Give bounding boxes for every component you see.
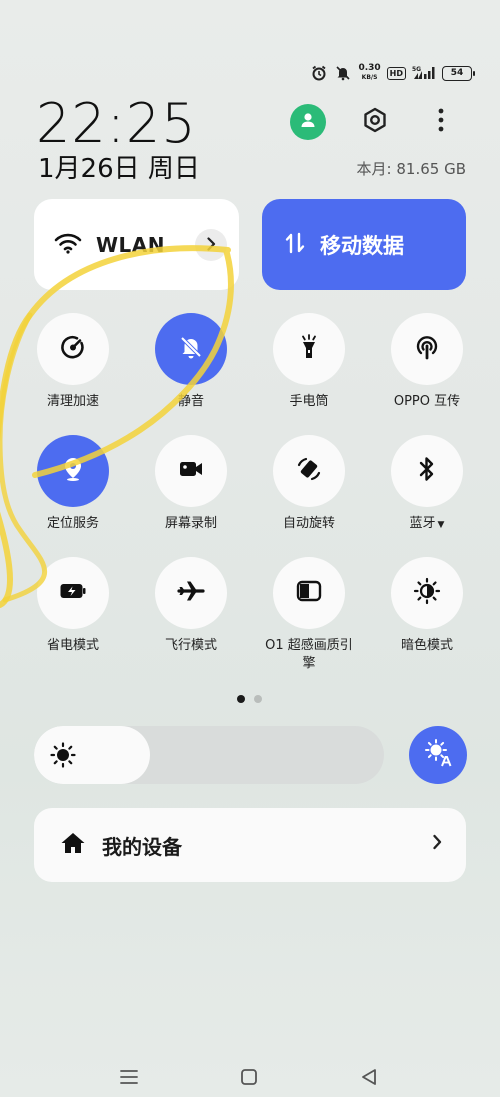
toggle-label: 定位服务 <box>46 516 99 531</box>
dropdown-triangle-icon[interactable]: ▼ <box>438 520 445 530</box>
battery-indicator: 54 <box>442 65 475 81</box>
home-icon <box>60 831 86 859</box>
wlan-details-button[interactable] <box>195 229 227 261</box>
toggle-screen-record-button[interactable] <box>155 435 227 507</box>
toggle-display-engine[interactable]: O1 超感画质引擎 <box>254 557 364 673</box>
settings-hexagon-icon <box>361 106 389 138</box>
toggle-label: 飞行模式 <box>164 638 217 653</box>
toggle-flashlight-button[interactable] <box>273 313 345 385</box>
yellow-marker-scribble <box>0 245 234 608</box>
brightness-slider[interactable] <box>34 726 384 784</box>
clock-date[interactable]: 1月26日 周日 <box>38 148 200 185</box>
toggle-oppo-share[interactable]: OPPO 互传 <box>372 313 482 411</box>
my-devices-label: 我的设备 <box>102 834 182 859</box>
toggle-label: 屏幕录制 <box>164 516 217 531</box>
signal-5g-icon: 5G <box>412 64 436 82</box>
page-dot-active[interactable] <box>237 695 245 703</box>
clock-time[interactable]: 22:25 <box>36 92 197 155</box>
more-vertical-icon <box>437 107 445 137</box>
mobile-data-tile[interactable]: 移动数据 <box>262 199 466 290</box>
toggle-bluetooth-button[interactable] <box>391 435 463 507</box>
toggle-bluetooth[interactable]: 蓝牙 ▼ <box>372 435 482 534</box>
network-type: 5G <box>412 66 421 73</box>
auto-brightness-button[interactable] <box>409 726 467 784</box>
toggle-label: 静音 <box>177 394 204 409</box>
toggle-battery-saver-button[interactable] <box>37 557 109 629</box>
more-options-button[interactable] <box>423 104 459 140</box>
mute-status-icon <box>334 64 352 82</box>
toggle-label: 清理加速 <box>46 394 99 409</box>
bell-off-icon <box>178 334 204 364</box>
wifi-icon <box>54 232 82 258</box>
toggle-label-with-dropdown: 蓝牙 ▼ <box>410 515 445 534</box>
mobile-data-arrows-icon <box>284 232 306 258</box>
back-triangle-icon <box>359 1067 379 1091</box>
toggle-airplane-button[interactable] <box>155 557 227 629</box>
network-speed: 0.30 KB/S <box>358 64 380 82</box>
nav-home-button[interactable] <box>238 1068 260 1090</box>
cleanup-gauge-icon <box>60 334 86 364</box>
toggle-flashlight[interactable]: 手电筒 <box>254 313 364 411</box>
dark-mode-icon <box>413 577 441 609</box>
speed-unit: KB/S <box>361 74 378 81</box>
hd-badge: HD <box>386 66 406 80</box>
bluetooth-icon <box>418 456 436 486</box>
video-camera-icon <box>178 459 204 483</box>
toggle-mute[interactable]: 静音 <box>136 313 246 411</box>
toggle-location[interactable]: 定位服务 <box>18 435 128 533</box>
flashlight-icon <box>299 334 319 364</box>
toggle-location-button[interactable] <box>37 435 109 507</box>
toggle-label: O1 超感画质引擎 <box>265 638 353 671</box>
toggle-label: 自动旋转 <box>282 516 335 531</box>
toggle-auto-rotate[interactable]: 自动旋转 <box>254 435 364 533</box>
toggle-cleanup[interactable]: 清理加速 <box>18 313 128 411</box>
settings-button[interactable] <box>357 104 393 140</box>
toggle-oppo-share-button[interactable] <box>391 313 463 385</box>
toggle-auto-rotate-button[interactable] <box>273 435 345 507</box>
toggle-airplane[interactable]: 飞行模式 <box>136 557 246 655</box>
toggle-battery-saver[interactable]: 省电模式 <box>18 557 128 655</box>
wlan-tile[interactable]: WLAN <box>34 199 239 290</box>
data-usage-label[interactable]: 本月: 81.65 GB <box>357 158 466 179</box>
chevron-right-icon <box>432 834 442 854</box>
toggle-label: 暗色模式 <box>400 638 453 653</box>
nav-menu-button[interactable] <box>118 1068 140 1090</box>
auto-brightness-icon <box>423 738 453 772</box>
mobile-data-label: 移动数据 <box>320 233 404 258</box>
toggle-display-engine-button[interactable] <box>273 557 345 629</box>
toggle-label: 蓝牙 <box>409 516 436 531</box>
user-icon <box>298 110 318 134</box>
nav-back-button[interactable] <box>358 1068 380 1090</box>
toggle-label: 省电模式 <box>46 638 99 653</box>
page-dot[interactable] <box>254 695 262 703</box>
brightness-sun-icon <box>50 742 76 772</box>
toggle-cleanup-button[interactable] <box>37 313 109 385</box>
location-pin-icon <box>62 456 84 486</box>
toggle-label: 手电筒 <box>289 394 329 409</box>
speed-value: 0.30 <box>358 63 381 73</box>
battery-saver-icon <box>59 582 87 604</box>
share-antenna-icon <box>413 333 441 365</box>
battery-level: 54 <box>450 68 464 78</box>
toggle-screen-record[interactable]: 屏幕录制 <box>136 435 246 533</box>
chevron-right-icon <box>206 236 216 255</box>
my-devices-card[interactable]: 我的设备 <box>34 808 466 882</box>
rotate-icon <box>295 455 323 487</box>
toggle-mute-button[interactable] <box>155 313 227 385</box>
airplane-icon <box>177 579 205 607</box>
alarm-clock-icon <box>310 64 328 82</box>
home-square-icon <box>239 1067 259 1091</box>
display-engine-icon <box>296 580 322 606</box>
menu-lines-icon <box>119 1068 139 1090</box>
toggle-label: OPPO 互传 <box>393 394 461 409</box>
toggle-dark-mode-button[interactable] <box>391 557 463 629</box>
status-bar: 0.30 KB/S HD 5G 54 <box>310 62 475 84</box>
wlan-label: WLAN <box>96 232 166 257</box>
user-account-button[interactable] <box>290 104 326 140</box>
toggle-dark-mode[interactable]: 暗色模式 <box>372 557 482 655</box>
